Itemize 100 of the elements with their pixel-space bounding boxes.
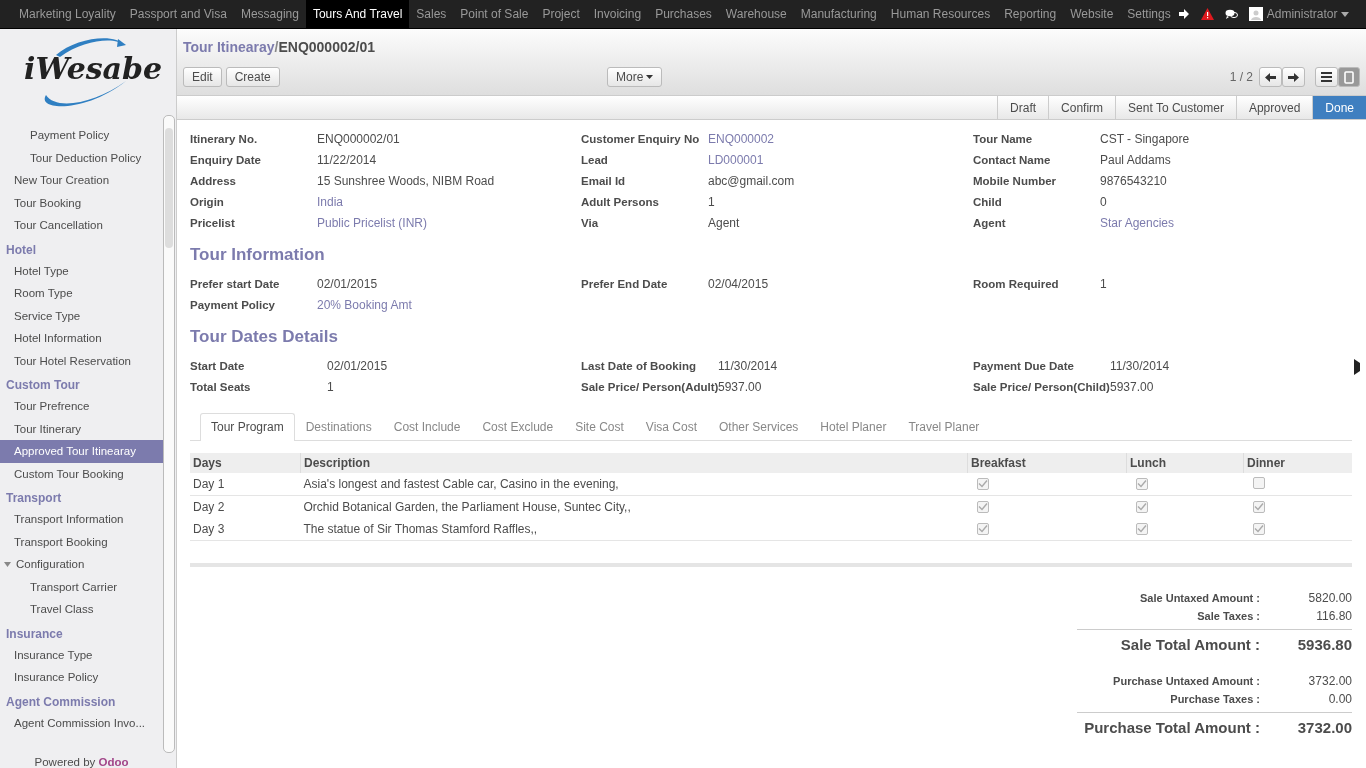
more-button[interactable]: More [607,67,663,87]
sidebar-item[interactable]: Approved Tour Itinearay [0,440,164,463]
checkbox[interactable] [1135,477,1148,490]
menu-item[interactable]: Messaging [233,0,306,28]
tab[interactable]: Travel Planer [897,413,991,440]
checkbox[interactable] [1135,522,1148,535]
menu-item[interactable]: Human Resources [883,0,998,28]
sidebar-item[interactable]: Tour Prefrence [0,395,164,418]
status-step[interactable]: Done [1312,96,1366,119]
sidebar-item[interactable]: Tour Deduction Policy [0,146,164,169]
tab[interactable]: Other Services [708,413,810,440]
tab[interactable]: Cost Exclude [471,413,565,440]
table-cell: The statue of Sir Thomas Stamford Raffles,, [300,518,968,541]
menu-item[interactable]: Purchases [648,0,719,28]
sidebar-item[interactable]: Transport Information [0,508,164,531]
sidebar-item[interactable]: Service Type [0,304,164,327]
brand-link[interactable]: Odoo [98,756,129,768]
sidebar-item[interactable]: Tour Itinerary [0,417,164,440]
menu-item[interactable]: Tours And Travel [305,0,410,28]
menu-item[interactable]: Project [535,0,587,28]
sidebar-item[interactable]: Tour Cancellation [0,214,164,237]
checkbox[interactable] [1252,522,1265,535]
sidebar-item[interactable]: Travel Class [0,598,164,621]
column-header: Days [190,453,301,473]
field-value: Agent [708,215,740,230]
action-button[interactable]: Create [225,67,280,87]
menu-item[interactable]: Website [1063,0,1121,28]
sidebar-item[interactable]: Tour Booking [0,191,164,214]
sidebar-item[interactable]: Room Type [0,282,164,305]
sidebar-item[interactable]: Configuration [0,553,164,576]
field-label: Payment Due Date [973,359,1075,372]
status-step[interactable]: Draft [997,96,1049,119]
tab[interactable]: Tour Program [200,413,295,441]
field-label: Adult Persons [581,195,660,208]
field-link[interactable]: India [317,194,344,209]
scrollbar[interactable] [163,115,175,753]
tab[interactable]: Hotel Planer [809,413,898,440]
checkbox[interactable] [976,477,989,490]
field-value: 02/04/2015 [708,276,769,291]
section-title: Tour Information [190,245,326,265]
breadcrumb-link[interactable]: Tour Itinearay [183,39,275,55]
sidebar-item[interactable]: Agent Commission Invo... [0,711,164,734]
field-label: Prefer start Date [190,277,281,290]
field-label: Origin [190,195,225,208]
field-value: 02/01/2015 [327,358,388,373]
table-cell: Asia's longest and fastest Cable car, Casino in the evening, [300,473,968,496]
field-label: Contact Name [973,153,1052,166]
sidebar-item[interactable]: New Tour Creation [0,169,164,192]
status-step[interactable]: Confirm [1048,96,1116,119]
logo[interactable]: iWesabe [0,29,164,124]
status-step[interactable]: Sent To Customer [1115,96,1236,119]
user-menu[interactable]: Administrator [1248,7,1350,21]
menu-item[interactable]: Reporting [997,0,1064,28]
field-value: ENQ000002/01 [317,131,400,146]
checkbox[interactable] [1135,500,1148,513]
menu-item[interactable]: Sales [409,0,454,28]
menu-item[interactable]: Manufacturing [793,0,884,28]
field-label: Lead [581,153,609,166]
sidebar-item[interactable]: Transport Booking [0,530,164,553]
sidebar-item[interactable]: Insurance Policy [0,666,164,689]
field-link[interactable]: ENQ000002 [708,131,775,146]
checkbox[interactable] [1252,500,1265,513]
action-button[interactable]: Edit [183,67,222,87]
field-link[interactable]: Public Pricelist (INR) [317,215,427,230]
sidebar-item[interactable]: Hotel Information [0,327,164,350]
tab[interactable]: Visa Cost [634,413,708,440]
section-heading: Insurance [5,625,64,643]
sidebar-item[interactable]: Payment Policy [0,124,164,147]
field-label: Room Required [973,277,1060,290]
checkbox[interactable] [976,500,989,513]
menu-item[interactable]: Passport and Visa [122,0,234,28]
field-label: Total Seats [190,380,252,393]
avatar-icon [1248,7,1263,21]
checkbox[interactable] [976,522,989,535]
table-cell: Day 1 [190,473,301,496]
logout-icon [1177,9,1190,19]
next-button[interactable] [1282,67,1305,87]
menu-item[interactable]: Invoicing [586,0,649,28]
menu-item[interactable]: Marketing Loyality [12,0,123,28]
previous-button[interactable] [1259,67,1282,87]
field-label: Customer Enquiry No [581,132,701,145]
sidebar-item[interactable]: Hotel Type [0,259,164,282]
list-view-button[interactable] [1315,67,1338,87]
tab[interactable]: Cost Include [382,413,472,440]
field-link[interactable]: LD000001 [708,152,764,167]
checkbox[interactable] [1252,476,1265,489]
sidebar-item[interactable]: Transport Carrier [0,575,164,598]
total-label: Purchase Untaxed Amount : [1112,675,1261,687]
tab[interactable]: Destinations [294,413,383,440]
menu-item[interactable]: Warehouse [718,0,794,28]
tab[interactable]: Site Cost [564,413,635,440]
field-link[interactable]: 20% Booking Amt [317,297,412,312]
section-title: Tour Dates Details [190,327,339,347]
sidebar-item[interactable]: Custom Tour Booking [0,462,164,485]
menu-item[interactable]: Settings [1120,0,1178,28]
menu-item[interactable]: Point of Sale [453,0,536,28]
field-link[interactable]: Star Agencies [1100,215,1175,230]
field-value: 11/30/2014 [718,358,778,373]
sidebar-item[interactable]: Tour Hotel Reservation [0,349,164,372]
sidebar-item[interactable]: Insurance Type [0,643,164,666]
